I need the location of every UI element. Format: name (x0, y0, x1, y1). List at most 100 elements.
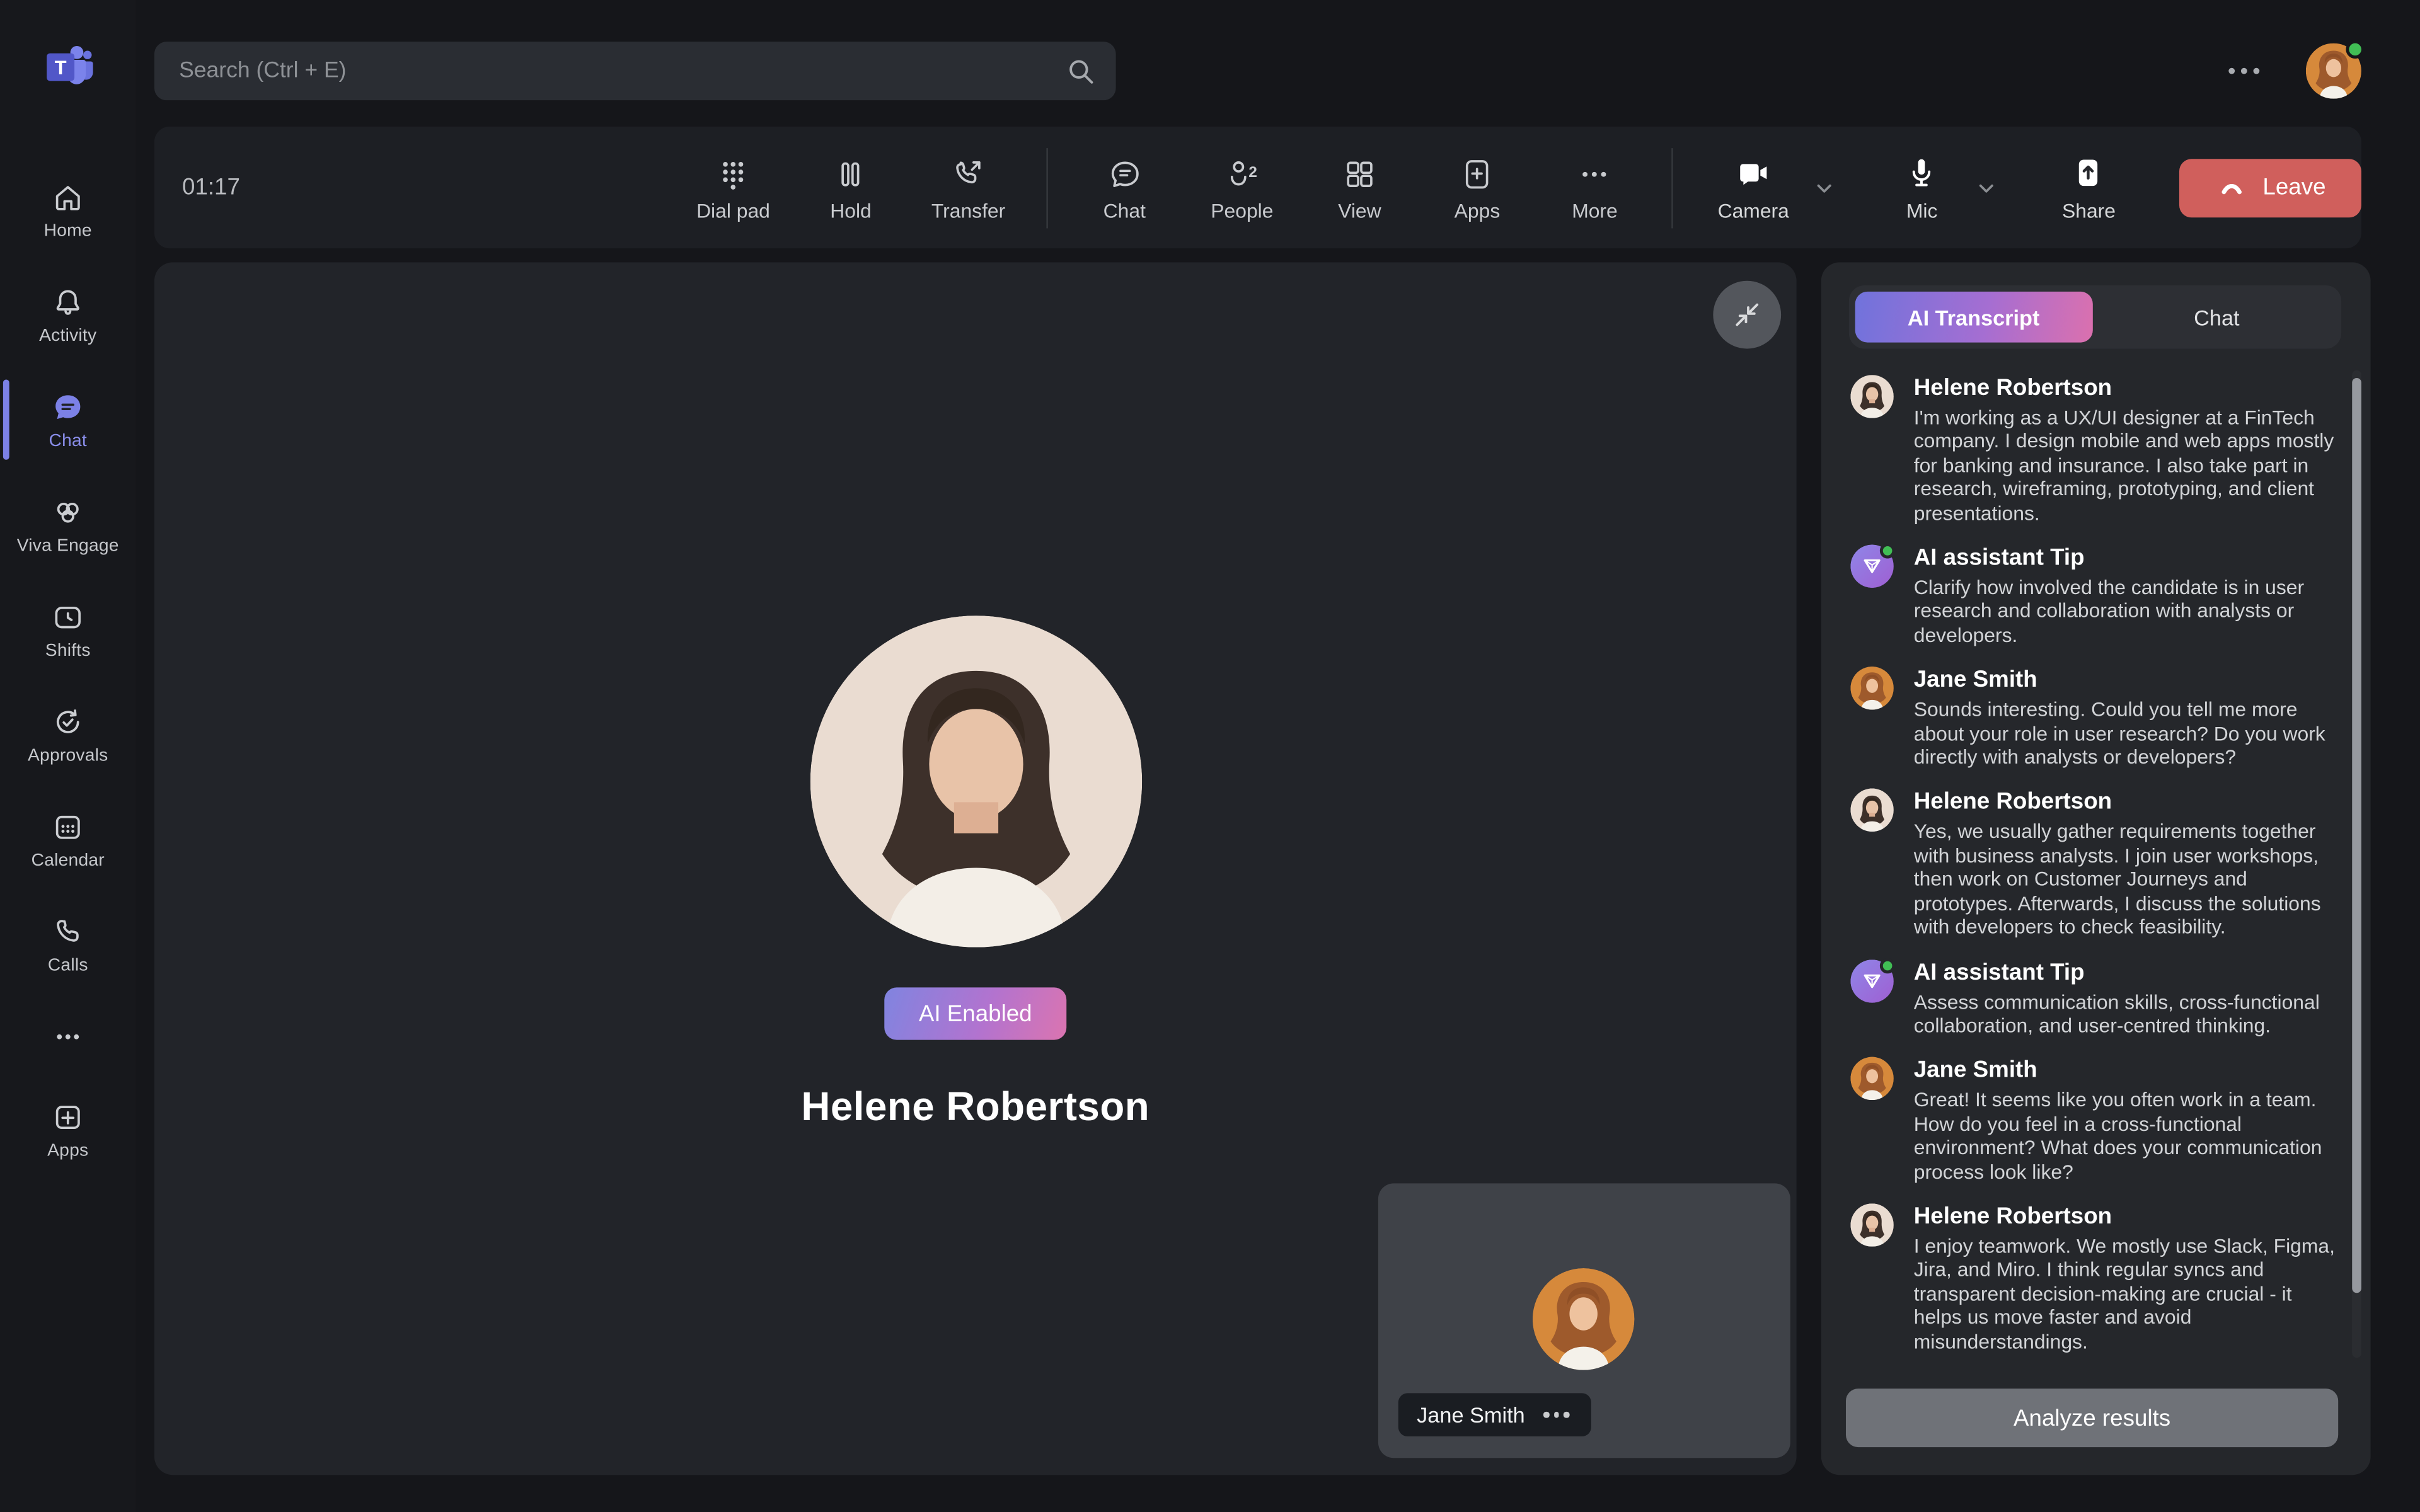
message-text: Clarify how involved the candidate is in… (1914, 576, 2338, 647)
analyze-results-button[interactable]: Analyze results (1846, 1389, 2338, 1447)
toolbar-divider (1672, 147, 1673, 227)
transfer-button[interactable]: Transfer (909, 127, 1027, 248)
people-count-badge: 2 (1248, 163, 1257, 180)
ellipsis-icon (1576, 155, 1613, 192)
message-text: Yes, we usually gather requirements toge… (1914, 820, 2338, 939)
sidebar-item-label: Home (44, 221, 92, 239)
chat-button[interactable]: Chat (1066, 127, 1184, 248)
transfer-icon (950, 155, 987, 192)
rail-nav: Home Activity Chat Viva Engage (0, 158, 136, 1182)
transcript-panel: AI Transcript Chat Helene Robertson I'm … (1821, 262, 2371, 1475)
sidebar-item-calls[interactable]: Calls (0, 892, 136, 997)
collapse-view-button[interactable] (1713, 281, 1781, 349)
sidebar-item-label: Activity (39, 326, 96, 345)
leave-button[interactable]: Leave (2179, 158, 2361, 217)
participant-name: Helene Robertson (801, 1083, 1150, 1131)
message-avatar-helene (1850, 375, 1894, 418)
collapse-diagonal-icon (1727, 295, 1767, 335)
tab-chat[interactable]: Chat (2098, 292, 2335, 343)
active-indicator (3, 379, 9, 459)
chat-icon (51, 389, 85, 423)
pause-icon (833, 155, 870, 192)
message-author: Helene Robertson (1914, 375, 2338, 401)
svg-text:T: T (55, 57, 67, 79)
apps-button[interactable]: Apps (1419, 127, 1536, 248)
sidebar-item-label: Viva Engage (17, 536, 119, 554)
message-author: Jane Smith (1914, 667, 2338, 694)
transcript-message: Jane Smith Sounds interesting. Could you… (1850, 667, 2338, 769)
more-button[interactable]: More (1536, 127, 1654, 248)
viva-engage-icon (51, 495, 85, 529)
chevron-down-icon (1808, 172, 1839, 203)
message-text: Great! It seems like you often work in a… (1914, 1088, 2338, 1183)
chevron-down-icon (1971, 172, 2002, 203)
pip-tile[interactable]: Jane Smith (1378, 1183, 1790, 1458)
dial-pad-button[interactable]: Dial pad (674, 127, 792, 248)
sidebar-item-calendar[interactable]: Calendar (0, 787, 136, 892)
participant-avatar (809, 616, 1141, 948)
chat-bubble-icon (1106, 155, 1143, 192)
approvals-icon (51, 704, 85, 738)
sidebar-item-approvals[interactable]: Approvals (0, 682, 136, 787)
panel-tabs: AI Transcript Chat (1849, 285, 2341, 348)
main-participant: AI Enabled Helene Robertson (154, 616, 1797, 1131)
mic-options-chevron[interactable] (1968, 127, 2004, 248)
search-input[interactable] (154, 42, 1116, 100)
call-controls: Dial pad Hold Transfer Chat 2 People (674, 127, 2361, 248)
camera-icon (1735, 154, 1772, 191)
apps-plus-icon (1459, 155, 1496, 192)
camera-options-chevron[interactable] (1806, 127, 1842, 248)
hold-button[interactable]: Hold (792, 127, 910, 248)
sidebar-item-label: Approvals (28, 746, 108, 764)
message-text: I'm working as a UX/UI designer at a Fin… (1914, 406, 2338, 525)
user-avatar[interactable] (2306, 43, 2361, 99)
sidebar-item-label: Chat (49, 431, 86, 449)
calendar-icon (51, 809, 85, 843)
sidebar-item-label: Calendar (32, 851, 105, 869)
sidebar-item-label: Calls (48, 956, 88, 974)
sidebar-item-viva-engage[interactable]: Viva Engage (0, 472, 136, 577)
camera-button[interactable]: Camera (1710, 127, 1796, 248)
phone-icon (51, 914, 85, 948)
hang-up-icon (2215, 171, 2249, 205)
share-button[interactable]: Share (2041, 127, 2136, 248)
panel-scrollbar-thumb[interactable] (2352, 378, 2361, 1293)
more-icon (51, 1020, 85, 1054)
message-avatar-jane (1850, 667, 1894, 711)
message-avatar-helene (1850, 789, 1894, 833)
pip-avatar (1533, 1268, 1635, 1370)
sidebar-item-chat[interactable]: Chat (0, 367, 136, 472)
message-author: AI assistant Tip (1914, 959, 2338, 985)
sidebar-item-shifts[interactable]: Shifts (0, 577, 136, 682)
search-icon (1063, 54, 1097, 88)
share-screen-icon (2070, 154, 2107, 191)
call-toolbar: 01:17 Dial pad Hold Transfer Chat 2 Pe (154, 127, 2361, 248)
sidebar-item-label: Apps (47, 1141, 88, 1159)
sidebar-item-home[interactable]: Home (0, 158, 136, 263)
apps-icon (51, 1099, 85, 1133)
toolbar-divider (1046, 147, 1047, 227)
tab-ai-transcript[interactable]: AI Transcript (1855, 292, 2092, 343)
dialpad-icon (715, 155, 752, 192)
sidebar-item-apps[interactable]: Apps (0, 1077, 136, 1182)
sidebar-item-more[interactable] (0, 997, 136, 1077)
ai-presence-icon (1880, 958, 1895, 973)
message-author: Helene Robertson (1914, 1203, 2338, 1230)
transcript-message: Helene Robertson Yes, we usually gather … (1850, 789, 2338, 939)
pip-name-label: Jane Smith (1398, 1393, 1591, 1436)
pip-more-icon[interactable] (1540, 1409, 1572, 1421)
search-bar (154, 42, 1116, 100)
sidebar-item-activity[interactable]: Activity (0, 262, 136, 367)
teams-app: T Home Activity Chat (0, 0, 2420, 1512)
pip-name: Jane Smith (1417, 1402, 1525, 1427)
message-text: I enjoy teamwork. We mostly use Slack, F… (1914, 1234, 2338, 1353)
message-avatar-helene (1850, 1203, 1894, 1247)
message-author: Helene Robertson (1914, 789, 2338, 816)
topbar-more-button[interactable] (2220, 59, 2269, 83)
view-button[interactable]: View (1301, 127, 1419, 248)
transcript-message: AI assistant Tip Assess communication sk… (1850, 959, 2338, 1037)
ai-enabled-badge: AI Enabled (885, 987, 1066, 1040)
people-icon: 2 (1223, 155, 1260, 192)
mic-button[interactable]: Mic (1886, 127, 1959, 248)
people-button[interactable]: 2 People (1184, 127, 1301, 248)
